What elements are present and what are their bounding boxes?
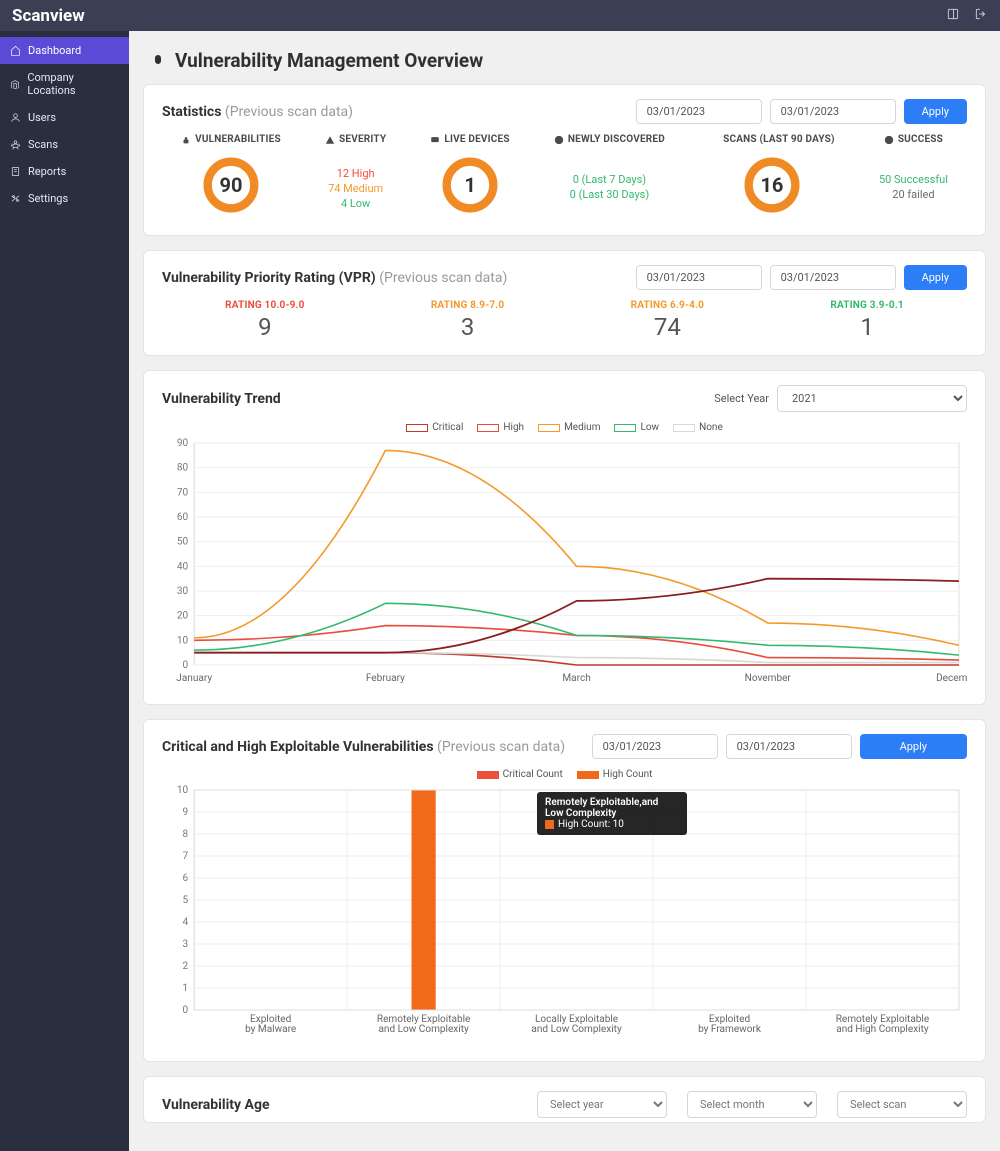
info-icon: [554, 135, 564, 145]
nav-label: Dashboard: [28, 44, 81, 57]
nav-label: Settings: [28, 192, 68, 205]
svg-text:and Low Complexity: and Low Complexity: [531, 1024, 622, 1035]
warning-icon: [325, 135, 335, 145]
vpr-title: Vulnerability Priority Rating (VPR) (Pre…: [162, 270, 507, 286]
svg-text:50: 50: [177, 537, 189, 548]
barcode-icon: [709, 135, 719, 145]
stat-live-devices: LIVE DEVICES 1: [430, 134, 509, 221]
vpr-bucket: RATING 8.9-7.03: [431, 300, 505, 341]
vuln-age-title: Vulnerability Age: [162, 1097, 270, 1113]
svg-text:by Malware: by Malware: [245, 1024, 296, 1035]
logout-icon[interactable]: [974, 7, 988, 24]
svg-text:7: 7: [183, 851, 189, 862]
age-scan-select[interactable]: Select scan: [837, 1091, 967, 1118]
panel-icon[interactable]: [946, 7, 960, 24]
age-month-select[interactable]: Select month: [687, 1091, 817, 1118]
topbar-actions: [946, 7, 988, 24]
svg-text:and High Complexity: and High Complexity: [836, 1024, 929, 1035]
exploit-date-from[interactable]: [592, 734, 718, 759]
stat-scans: SCANS (LAST 90 DAYS) 16: [709, 134, 835, 221]
sidebar-item-settings[interactable]: Settings: [0, 185, 129, 212]
vpr-bucket: RATING 3.9-0.11: [830, 300, 904, 341]
brand: Scanview: [12, 6, 85, 26]
svg-text:March: March: [562, 673, 590, 684]
sidebar-item-scans[interactable]: Scans: [0, 131, 129, 158]
stats-apply-button[interactable]: Apply: [904, 99, 967, 124]
exploit-date-to[interactable]: [726, 734, 852, 759]
sidebar-item-company-locations[interactable]: Company Locations: [0, 64, 129, 104]
sidebar-item-users[interactable]: Users: [0, 104, 129, 131]
svg-text:and Low Complexity: and Low Complexity: [378, 1024, 469, 1035]
year-select[interactable]: 2021: [777, 385, 967, 412]
svg-text:90: 90: [177, 438, 189, 449]
svg-text:40: 40: [177, 561, 189, 572]
page-title-text: Vulnerability Management Overview: [175, 49, 483, 72]
vpr-card: Vulnerability Priority Rating (VPR) (Pre…: [143, 250, 986, 356]
sidebar-item-reports[interactable]: Reports: [0, 158, 129, 185]
svg-text:2: 2: [183, 961, 189, 972]
stat-success: SUCCESS 50 Successful 20 failed: [879, 134, 948, 221]
svg-text:70: 70: [177, 487, 189, 498]
svg-text:November: November: [745, 673, 792, 684]
svg-text:3: 3: [183, 939, 189, 950]
svg-text:0: 0: [183, 660, 189, 671]
svg-text:10: 10: [177, 785, 189, 796]
lock-icon: [181, 135, 191, 145]
exploit-apply-button[interactable]: Apply: [860, 734, 967, 759]
exploit-title: Critical and High Exploitable Vulnerabil…: [162, 739, 565, 755]
svg-text:6: 6: [183, 873, 189, 884]
vpr-bucket: RATING 10.0-9.09: [225, 300, 304, 341]
nav-label: Reports: [28, 165, 66, 178]
svg-text:1: 1: [183, 983, 189, 994]
trend-card: Vulnerability Trend Select Year 2021 Cri…: [143, 370, 986, 705]
svg-text:0: 0: [183, 1005, 189, 1016]
nav-label: Scans: [28, 138, 58, 151]
statistics-title: Statistics (Previous scan data): [162, 104, 353, 120]
age-year-select[interactable]: Select year: [537, 1091, 667, 1118]
svg-text:20: 20: [177, 611, 189, 622]
stats-date-to[interactable]: [770, 99, 896, 124]
stat-newly-discovered: NEWLY DISCOVERED 0 (Last 7 Days) 0 (Last…: [554, 134, 665, 221]
stat-vulnerabilities: VULNERABILITIES 90: [181, 134, 281, 221]
stat-severity: SEVERITY 12 High 74 Medium 4 Low: [325, 134, 386, 221]
stats-date-from[interactable]: [636, 99, 762, 124]
statistics-card: Statistics (Previous scan data) Apply VU…: [143, 84, 986, 236]
bug-icon: [149, 52, 167, 70]
trend-chart: 0 10 20 30 40 50 60 70 80 90 January February March N…: [162, 437, 967, 690]
svg-text:December: December: [936, 673, 967, 684]
nav-label: Company Locations: [27, 71, 119, 97]
chart-tooltip: Remotely Exploitable,and Low Complexity …: [537, 792, 687, 835]
sidebar: Dashboard Company Locations Users Scans …: [0, 31, 129, 1151]
vpr-date-to[interactable]: [770, 265, 896, 290]
svg-text:9: 9: [183, 807, 189, 818]
nav-label: Users: [28, 111, 56, 124]
select-year-label: Select Year: [714, 392, 769, 405]
exploit-chart: Remotely Exploitable,and Low Complexity …: [162, 784, 967, 1047]
svg-text:by Framework: by Framework: [698, 1024, 762, 1035]
svg-text:8: 8: [183, 829, 189, 840]
trend-legend: Critical High Medium Low None: [162, 422, 967, 433]
page-title: Vulnerability Management Overview: [149, 49, 986, 72]
trend-title: Vulnerability Trend: [162, 391, 281, 407]
vuln-age-card: Vulnerability Age Select year Select mon…: [143, 1076, 986, 1123]
svg-text:10: 10: [177, 635, 189, 646]
svg-text:30: 30: [177, 586, 189, 597]
vpr-apply-button[interactable]: Apply: [904, 265, 967, 290]
topbar: Scanview: [0, 0, 1000, 31]
monitor-icon: [430, 135, 440, 145]
sidebar-item-dashboard[interactable]: Dashboard: [0, 37, 129, 64]
svg-text:80: 80: [177, 463, 189, 474]
svg-text:February: February: [366, 673, 405, 684]
vpr-date-from[interactable]: [636, 265, 762, 290]
svg-text:4: 4: [183, 917, 189, 928]
vpr-bucket: RATING 6.9-4.074: [631, 300, 705, 341]
svg-text:60: 60: [177, 512, 189, 523]
exploit-legend: Critical Count High Count: [162, 769, 967, 780]
exploit-card: Critical and High Exploitable Vulnerabil…: [143, 719, 986, 1062]
main: Vulnerability Management Overview Statis…: [129, 31, 1000, 1151]
info-icon: [884, 135, 894, 145]
svg-text:5: 5: [183, 895, 189, 906]
svg-text:January: January: [176, 673, 212, 684]
